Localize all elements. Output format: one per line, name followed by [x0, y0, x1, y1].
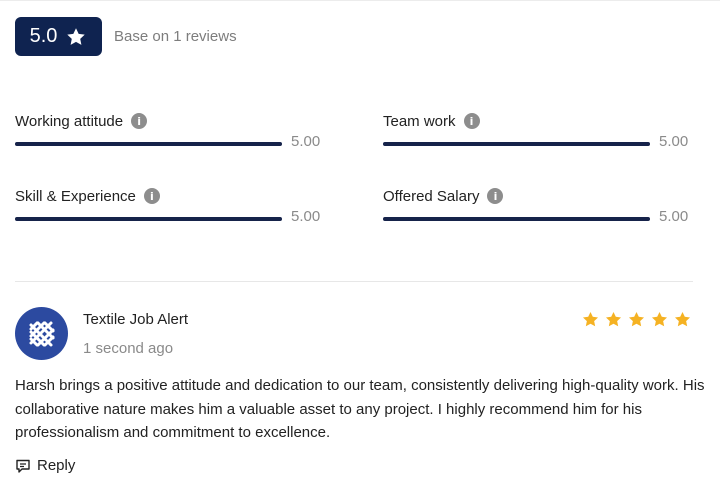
- star-icon: [67, 27, 86, 45]
- info-icon[interactable]: i: [131, 113, 148, 129]
- rating-bar: [15, 217, 282, 221]
- star-icon: [582, 311, 599, 327]
- star-icon: [651, 311, 668, 327]
- section-divider: [15, 281, 693, 282]
- rating-value: 5.00: [659, 208, 689, 225]
- rating-working-attitude: Working attitude i 5.00: [15, 111, 325, 150]
- reviewer-avatar[interactable]: [15, 307, 68, 360]
- reply-label: Reply: [37, 457, 76, 474]
- rating-label: Skill & Experience: [15, 187, 136, 205]
- rating-skill-experience: Skill & Experience i 5.00: [15, 186, 325, 225]
- rating-value: 5.00: [659, 133, 689, 150]
- star-icon: [674, 311, 691, 327]
- reviewer-name[interactable]: Textile Job Alert: [83, 311, 188, 328]
- rating-bar: [383, 142, 650, 146]
- company-logo-icon: [29, 321, 54, 346]
- reply-button[interactable]: Reply: [15, 457, 75, 474]
- comment-icon: [16, 459, 30, 473]
- rating-label: Team work: [383, 112, 456, 130]
- star-icon: [628, 311, 645, 327]
- info-icon[interactable]: i: [143, 188, 160, 204]
- review-time: 1 second ago: [83, 340, 174, 357]
- overall-score: 5.0: [29, 25, 58, 47]
- rating-value: 5.00: [291, 133, 321, 150]
- review-stars: [581, 310, 692, 329]
- rating-value: 5.00: [291, 208, 321, 225]
- rating-label: Working attitude: [15, 112, 124, 130]
- rating-offered-salary: Offered Salary i 5.00: [383, 186, 693, 225]
- rating-bar: [15, 142, 282, 146]
- overall-score-badge: 5.0: [15, 17, 102, 56]
- rating-label: Offered Salary: [383, 187, 480, 205]
- star-icon: [605, 311, 622, 327]
- top-divider: [0, 0, 720, 1]
- info-icon[interactable]: i: [463, 113, 480, 129]
- review-count-text: Base on 1 reviews: [114, 28, 237, 45]
- rating-team-work: Team work i 5.00: [383, 111, 693, 150]
- review-text: Harsh brings a positive attitude and ded…: [15, 377, 705, 441]
- info-icon[interactable]: i: [487, 188, 504, 204]
- rating-bar: [383, 217, 650, 221]
